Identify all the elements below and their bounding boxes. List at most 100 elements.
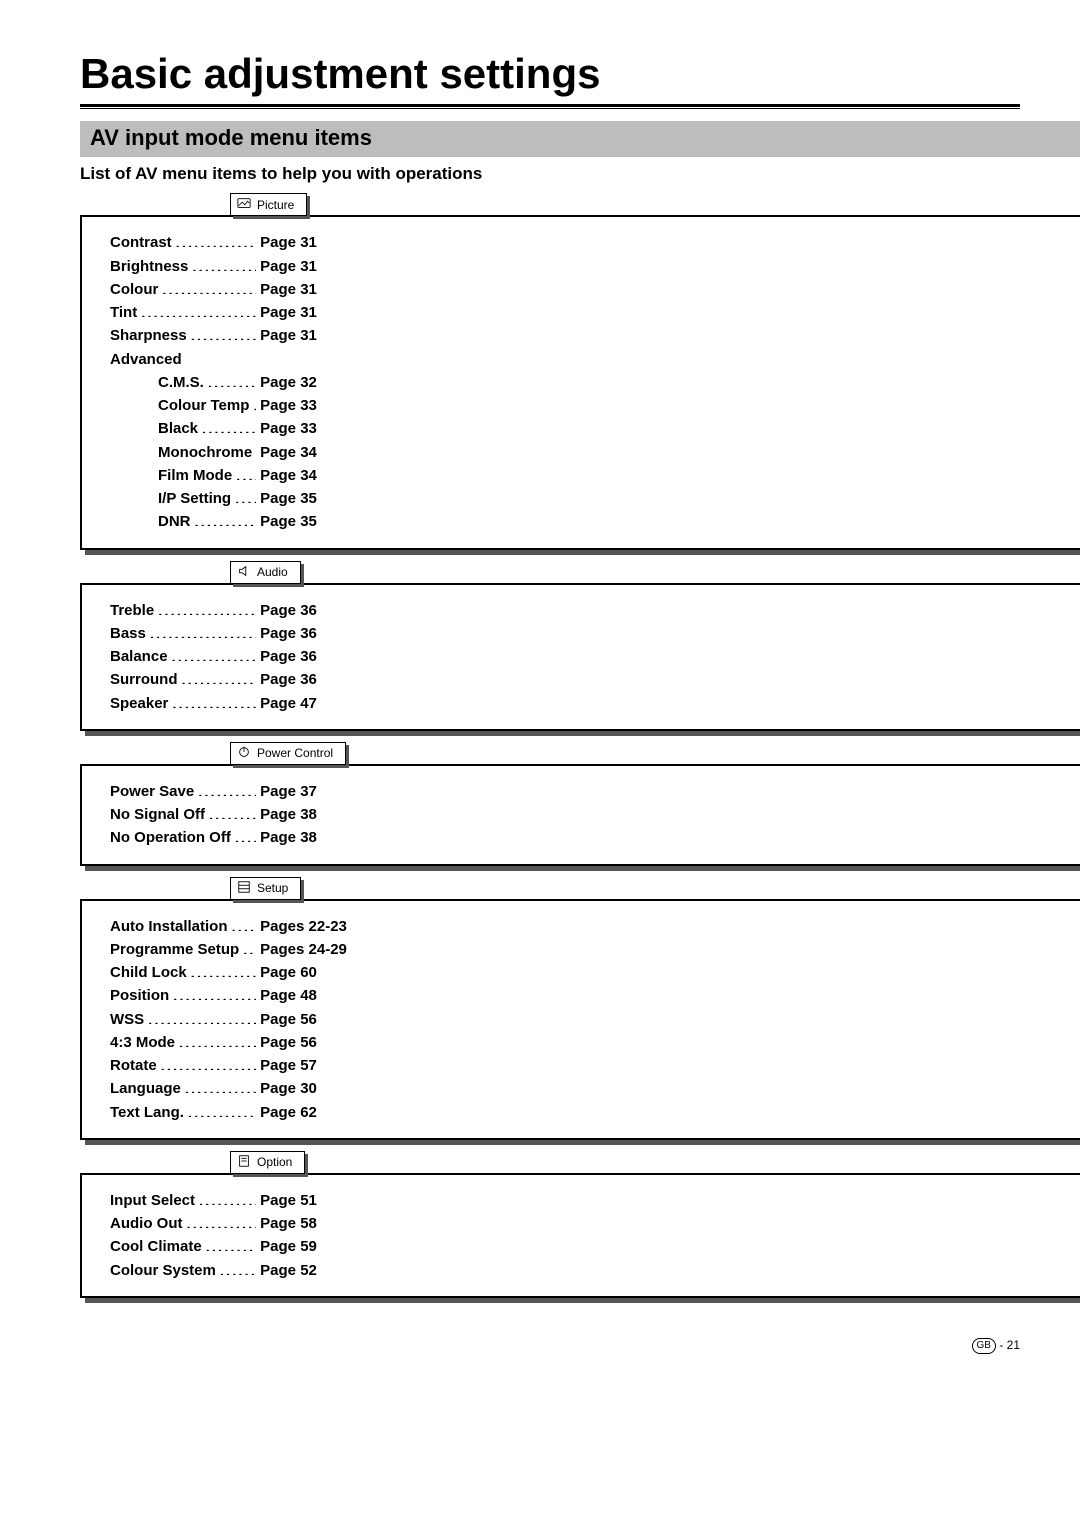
tab-label: Picture — [257, 198, 294, 212]
menu-row: SharpnessPage 31 — [106, 324, 1080, 347]
tab-picture: Picture — [230, 193, 307, 216]
leader-dots — [243, 939, 256, 954]
menu-item-label: Speaker — [106, 692, 172, 715]
page-footer: GB - 21 — [80, 1338, 1020, 1354]
leader-dots — [235, 488, 256, 503]
leader-dots — [158, 600, 256, 615]
menu-item-label: Language — [106, 1077, 185, 1100]
menu-item-label: Programme Setup — [106, 938, 243, 961]
menu-item-label: Colour Temp — [154, 394, 253, 417]
menu-row: No Operation OffPage 38 — [106, 826, 1080, 849]
page-reference: Page 62 — [256, 1101, 1080, 1124]
menu-row: I/P Setting Page 35 — [106, 487, 1080, 510]
menu-row: Treble Page 36 — [106, 599, 1080, 622]
av-column: AV input mode menu items List of AV menu… — [80, 121, 1080, 1308]
menu-row: C.M.S.Page 32 — [106, 371, 1080, 394]
menu-row: Audio Out Page 58 — [106, 1212, 1080, 1235]
menu-item-label: WSS — [106, 1008, 148, 1031]
menu-item-label: Text Lang. — [106, 1101, 188, 1124]
page-reference: Page 60 — [256, 961, 1080, 984]
leader-dots — [172, 693, 256, 708]
page-reference: Pages 24-29 — [256, 938, 1080, 961]
leader-dots — [191, 325, 256, 340]
menu-row: Auto Installation Pages 22-23 — [106, 915, 1080, 938]
menu-row: BlackPage 33 — [106, 417, 1080, 440]
leader-dots — [173, 985, 256, 1000]
av-subtitle: List of AV menu items to help you with o… — [80, 163, 1080, 184]
menu-item-label: 4:3 Mode — [106, 1031, 179, 1054]
page-reference: Page 31 — [256, 324, 1080, 347]
page-reference: Page 38 — [256, 826, 1080, 849]
tab-audio: Audio — [230, 561, 301, 584]
page-reference: Page 59 — [256, 1235, 1080, 1258]
av-power-card: Power SavePage 37No Signal OffPage 38No … — [80, 764, 1080, 866]
menu-row: TintPage 31 — [106, 301, 1080, 324]
menu-item-label: Surround — [106, 668, 182, 691]
menu-row: Film ModePage 34 — [106, 464, 1080, 487]
menu-row: Text Lang. Page 62 — [106, 1101, 1080, 1124]
page-reference: Page 56 — [256, 1031, 1080, 1054]
av-option-card: Input SelectPage 51Audio OutPage 58Cool … — [80, 1173, 1080, 1298]
menu-row: Cool Climate Page 59 — [106, 1235, 1080, 1258]
menu-row: Surround Page 36 — [106, 668, 1080, 691]
menu-item-label: Audio Out — [106, 1212, 186, 1235]
leader-dots — [186, 1213, 256, 1228]
leader-dots — [236, 465, 256, 480]
tab-label: Option — [257, 1155, 292, 1169]
page-reference: Page 35 — [256, 510, 1080, 533]
menu-item-label: Power Save — [106, 780, 198, 803]
page-reference: Page 31 — [256, 255, 1080, 278]
leader-dots — [162, 279, 256, 294]
page-reference: Page 58 — [256, 1212, 1080, 1235]
leader-dots — [232, 916, 257, 931]
leader-dots — [141, 302, 256, 317]
leader-dots — [208, 372, 256, 387]
leader-dots — [172, 646, 257, 661]
page-reference: Page 34 — [256, 441, 1080, 464]
av-heading: AV input mode menu items — [80, 121, 1080, 157]
page-reference: Page 31 — [256, 278, 1080, 301]
page-reference: Page 31 — [256, 231, 1080, 254]
menu-item-label: Treble — [106, 599, 158, 622]
page-reference: Page 38 — [256, 803, 1080, 826]
page-reference: Page 36 — [256, 668, 1080, 691]
menu-row: Programme Setup Pages 24-29 — [106, 938, 1080, 961]
leader-dots — [199, 1190, 256, 1205]
menu-item-label: Monochrome — [154, 441, 256, 464]
menu-item-label: I/P Setting — [154, 487, 235, 510]
menu-item-label: Auto Installation — [106, 915, 232, 938]
menu-row: DNRPage 35 — [106, 510, 1080, 533]
menu-item-label: Contrast — [106, 231, 176, 254]
av-audio-card: TreblePage 36BassPage 36BalancePage 36Su… — [80, 583, 1080, 731]
menu-item-label: C.M.S. — [154, 371, 208, 394]
menu-row: Colour TempPage 33 — [106, 394, 1080, 417]
page-reference: Page 36 — [256, 645, 1080, 668]
page-reference: Page 36 — [256, 599, 1080, 622]
leader-dots — [202, 418, 256, 433]
menu-row: Advanced — [106, 348, 1080, 371]
menu-row: Contrast Page 31 — [106, 231, 1080, 254]
page-reference: Page 47 — [256, 692, 1080, 715]
av-setup-card: Auto InstallationPages 22-23Programme Se… — [80, 899, 1080, 1140]
setup-icon — [237, 880, 251, 897]
leader-dots — [161, 1055, 257, 1070]
menu-row: BalancePage 36 — [106, 645, 1080, 668]
tab-label: Setup — [257, 881, 288, 895]
menu-item-label: Bass — [106, 622, 150, 645]
menu-row: PositionPage 48 — [106, 984, 1080, 1007]
rule-thin — [80, 108, 1020, 109]
menu-item-label: Cool Climate — [106, 1235, 206, 1258]
leader-dots — [148, 1009, 256, 1024]
page-reference: Page 35 — [256, 487, 1080, 510]
menu-row: RotatePage 57 — [106, 1054, 1080, 1077]
menu-row: Power SavePage 37 — [106, 780, 1080, 803]
menu-item-label: Colour — [106, 278, 162, 301]
page-reference: Pages 22-23 — [256, 915, 1080, 938]
menu-row: BassPage 36 — [106, 622, 1080, 645]
rule-thick — [80, 104, 1020, 107]
region-badge: GB — [972, 1338, 996, 1354]
menu-row: Input SelectPage 51 — [106, 1189, 1080, 1212]
tab-label: Audio — [257, 565, 288, 579]
page-reference: Page 51 — [256, 1189, 1080, 1212]
leader-dots — [191, 962, 257, 977]
